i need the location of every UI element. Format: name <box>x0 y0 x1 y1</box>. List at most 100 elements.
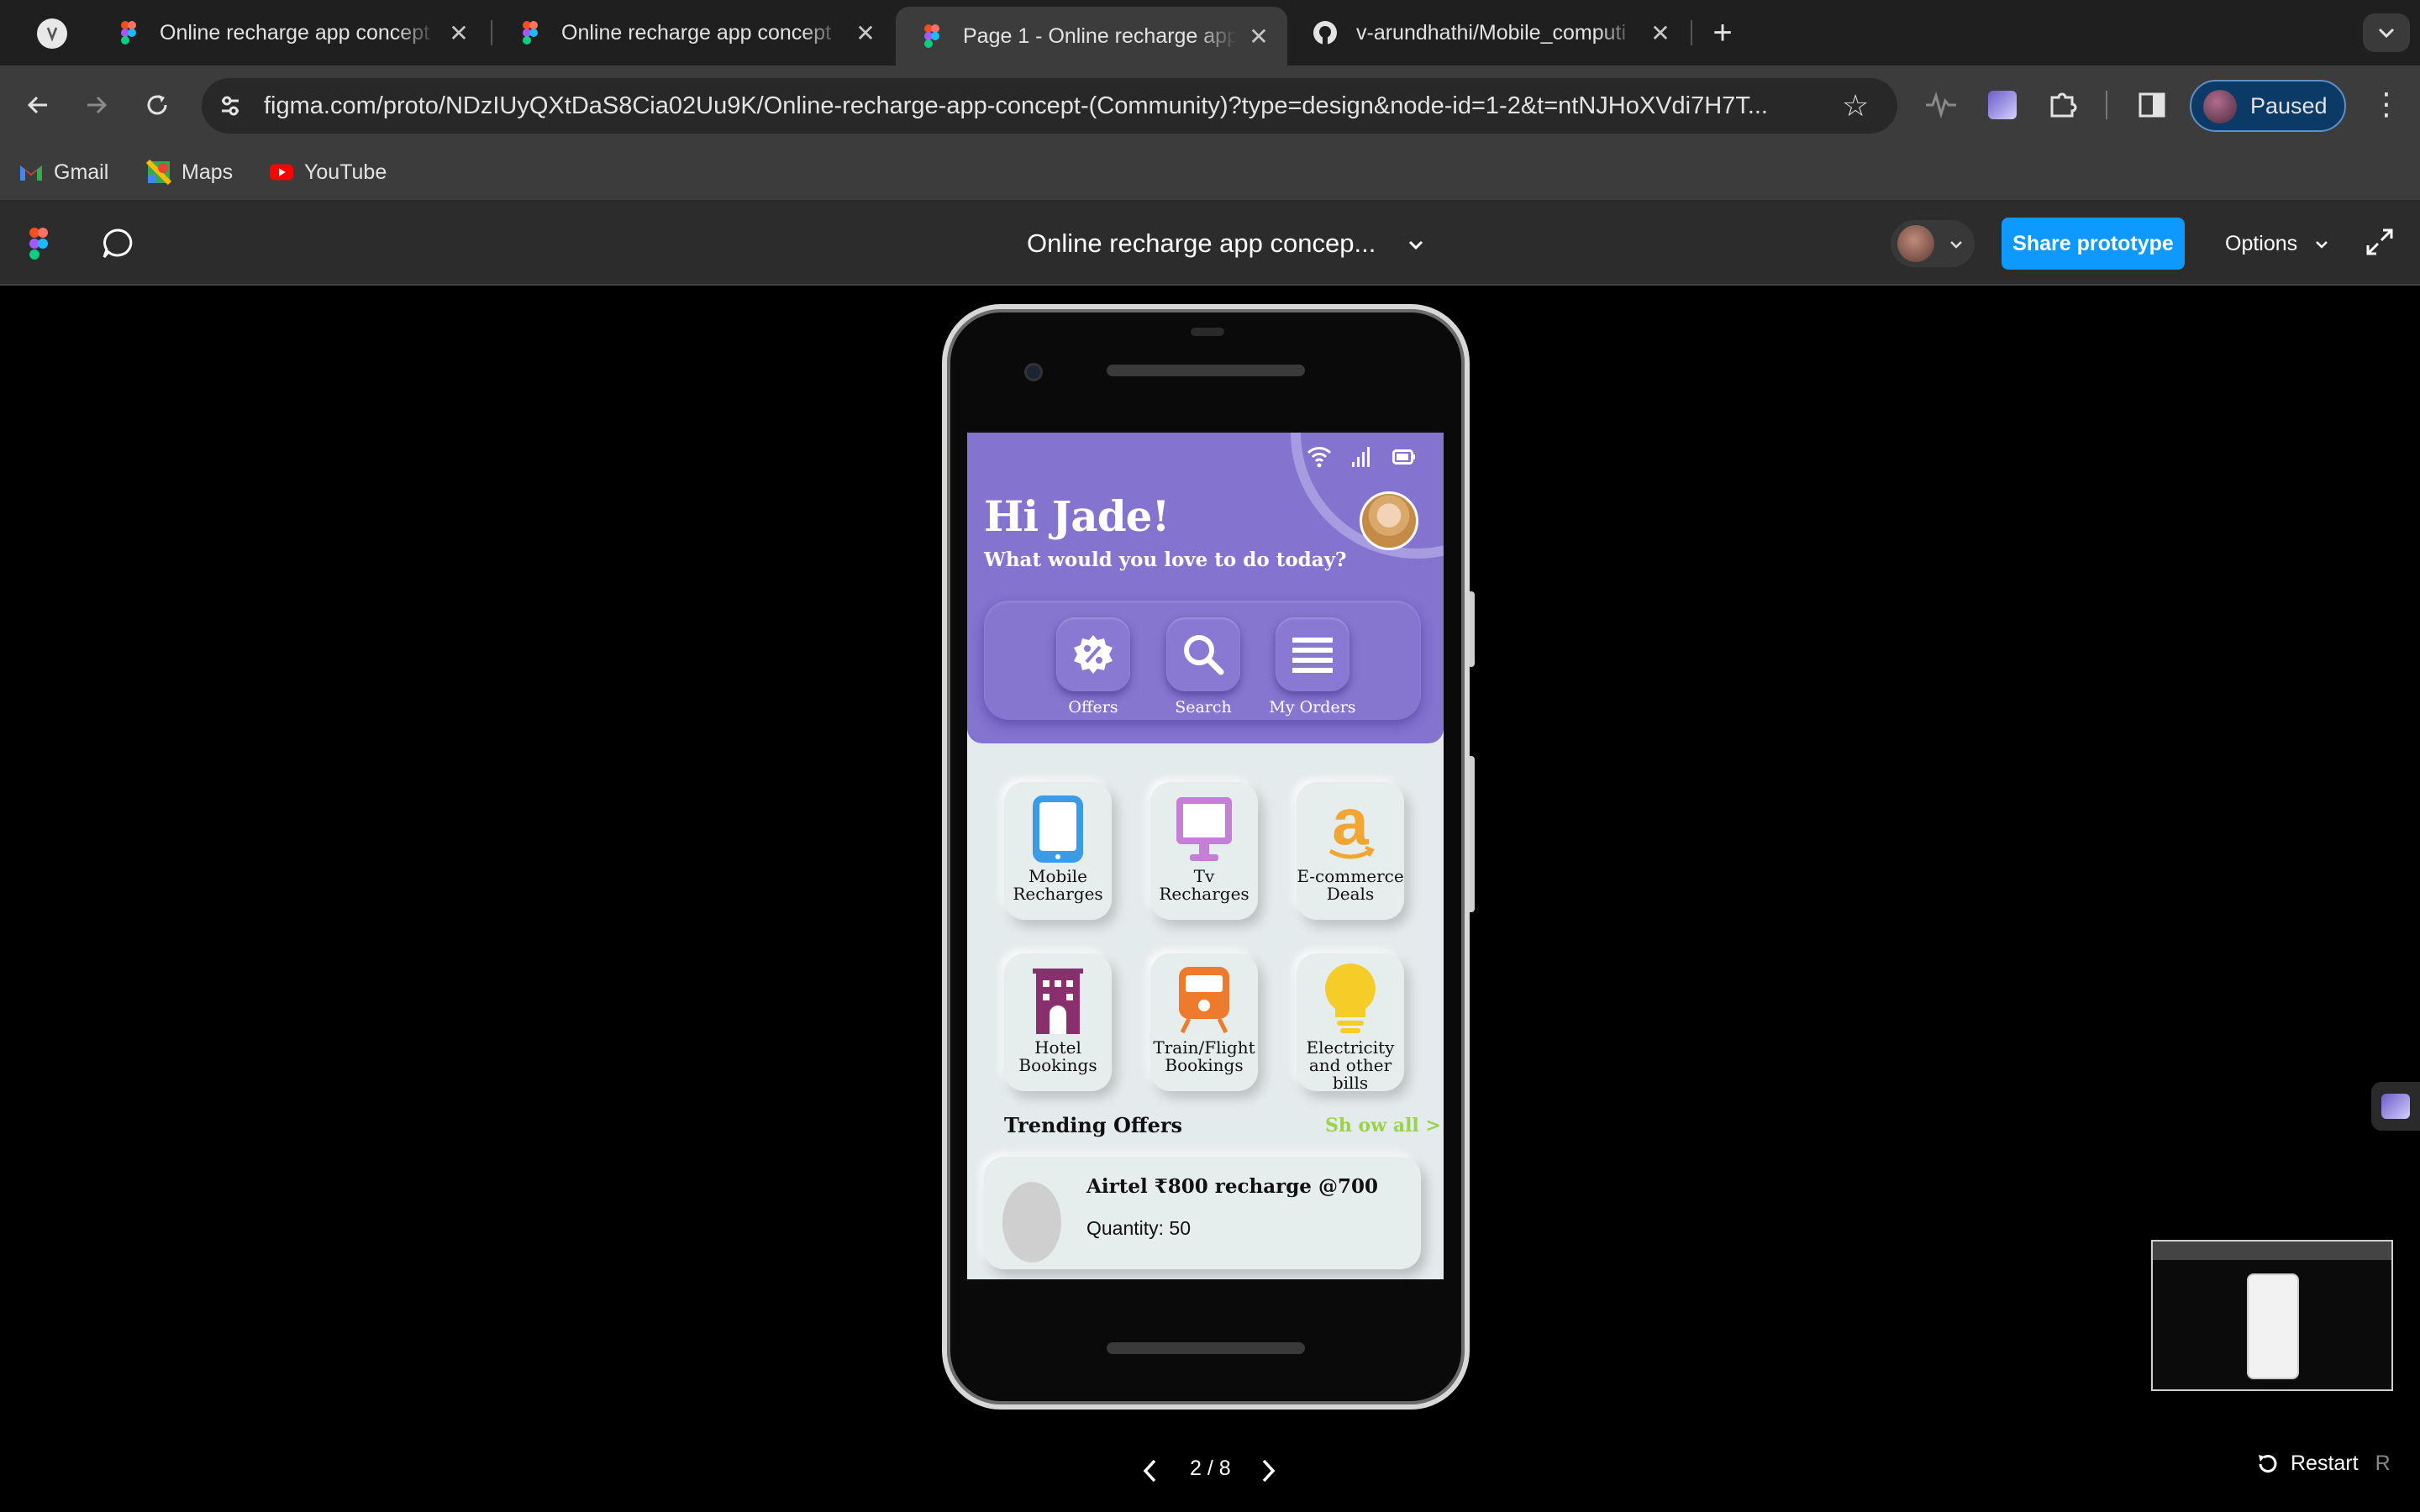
bookmark-label: Gmail <box>54 160 109 184</box>
restart-button[interactable]: Restart R <box>2255 1452 2391 1476</box>
battery-icon <box>1392 449 1416 469</box>
tab-list-chevron-icon[interactable] <box>2363 13 2410 52</box>
phone-bottom-speaker <box>1107 1342 1305 1354</box>
service-train-flight-bookings[interactable]: Train/Flight Bookings <box>1150 953 1258 1091</box>
options-menu-button[interactable]: Options <box>2225 202 2328 286</box>
new-tab-button[interactable]: + <box>1704 15 1741 52</box>
quick-action-label: My Orders <box>1269 698 1356 717</box>
amazon-icon: a <box>1297 782 1404 868</box>
minimap-phone <box>2247 1273 2299 1379</box>
quick-action-label: Offers <box>1068 698 1118 717</box>
browser-tab-strip: Online recharge app concept ✕ Online rec… <box>0 0 2420 66</box>
figma-logo-icon[interactable] <box>27 227 50 265</box>
bookmark-star-icon[interactable]: ☆ <box>1842 91 1869 121</box>
phone-earpiece <box>1107 365 1305 376</box>
minimap-browser-bar <box>2153 1242 2391 1260</box>
side-extension-tab[interactable] <box>2371 1082 2420 1131</box>
viewer-avatar-button[interactable] <box>1891 220 1975 267</box>
figma-icon <box>924 24 939 48</box>
media-wave-icon[interactable] <box>1924 91 1958 123</box>
file-title[interactable]: Online recharge app concep... <box>1027 202 1423 286</box>
offer-quantity: Quantity: 50 <box>1086 1217 1192 1239</box>
phone-side-button <box>1470 756 1475 912</box>
options-label: Options <box>2225 232 2298 255</box>
back-button[interactable] <box>15 82 60 128</box>
phone-side-button <box>1470 591 1475 667</box>
quick-action-my-orders[interactable]: My Orders <box>1266 617 1359 717</box>
trending-offers-heading: Trending Offers <box>1004 1113 1182 1137</box>
bookmark-gmail[interactable]: Gmail <box>18 144 108 200</box>
greeting-title: Hi Jade! <box>984 491 1170 541</box>
fullscreen-icon[interactable] <box>2365 227 2395 261</box>
bulb-icon <box>1297 953 1404 1039</box>
bookmark-label: Maps <box>182 160 234 184</box>
service-mobile-recharges[interactable]: Mobile Recharges <box>1004 782 1112 920</box>
restart-shortcut: R <box>2375 1452 2391 1475</box>
bookmark-maps[interactable]: Maps <box>146 144 233 200</box>
site-info-icon[interactable] <box>215 91 245 121</box>
address-bar[interactable]: figma.com/proto/NDzIUyQXtDaS8Cia02Uu9K/O… <box>202 78 1897 134</box>
tab-title: Online recharge app concept <box>160 20 430 45</box>
profile-button[interactable]: Paused <box>2190 80 2346 132</box>
extension-icon[interactable] <box>1988 91 2017 119</box>
browser-tab[interactable]: Online recharge app concept ✕ <box>92 7 487 59</box>
offer-image <box>1002 1182 1061 1263</box>
close-tab-icon[interactable]: ✕ <box>1242 19 1276 53</box>
bookmarks-bar: Gmail Maps YouTube <box>0 144 2420 202</box>
browser-menu-icon[interactable]: ⋮ <box>2371 87 2402 121</box>
svg-text:a: a <box>1332 794 1369 858</box>
service-electricity-bills[interactable]: Electricity and other bills <box>1297 953 1404 1092</box>
reload-button[interactable] <box>134 82 180 128</box>
bookmark-youtube[interactable]: YouTube <box>269 144 387 200</box>
tv-icon <box>1150 782 1258 868</box>
train-icon <box>1150 953 1258 1039</box>
close-tab-icon[interactable]: ✕ <box>1644 16 1677 50</box>
signal-icon <box>1350 444 1374 473</box>
service-label: Train/Flight Bookings <box>1153 1037 1255 1075</box>
service-tv-recharges[interactable]: Tv Recharges <box>1150 782 1258 920</box>
page-indicator: 2 / 8 <box>1190 1457 1231 1480</box>
side-panel-icon[interactable] <box>2138 91 2166 123</box>
file-title-text: Online recharge app concep... <box>1027 228 1376 258</box>
quick-action-offers[interactable]: Offers <box>1047 617 1139 717</box>
offer-card[interactable]: Airtel ₹800 recharge @700 Quantity: 50 <box>984 1157 1421 1269</box>
front-camera-icon <box>1024 363 1043 381</box>
app-screen: Hi Jade! What would you love to do today… <box>967 433 1444 1279</box>
prototype-minimap[interactable] <box>2151 1240 2393 1391</box>
close-tab-icon[interactable]: ✕ <box>442 16 476 50</box>
browser-tab[interactable]: Online recharge app concept ✕ <box>494 7 894 59</box>
service-label: Mobile Recharges <box>1013 866 1103 904</box>
youtube-icon <box>269 160 294 185</box>
show-all-link[interactable]: Sh ow all > <box>1325 1115 1441 1137</box>
figma-prototype-bar: Online recharge app concep... Share prot… <box>0 202 2420 286</box>
restart-icon <box>2259 1454 2277 1473</box>
service-ecommerce-deals[interactable]: a E-commerce Deals <box>1297 782 1404 920</box>
quick-action-search[interactable]: Search <box>1157 617 1249 717</box>
browser-tab[interactable]: v-arundhathi/Mobile_computi ✕ <box>1289 7 1689 59</box>
close-tab-icon[interactable]: ✕ <box>849 16 882 50</box>
avatar <box>1897 225 1934 262</box>
tab-title: Page 1 - Online recharge app <box>963 24 1237 48</box>
quick-actions-panel: Offers Search My Orders <box>984 601 1421 720</box>
user-avatar[interactable] <box>1360 491 1418 550</box>
next-frame-chevron-icon[interactable] <box>1260 1458 1277 1489</box>
extensions-puzzle-icon[interactable] <box>2047 89 2079 125</box>
extension-icon <box>2381 1094 2410 1119</box>
browser-toolbar: figma.com/proto/NDzIUyQXtDaS8Cia02Uu9K/O… <box>0 66 2420 144</box>
bookmark-label: YouTube <box>304 160 387 184</box>
figma-icon <box>121 21 136 45</box>
tab-divider <box>1691 20 1692 45</box>
previous-frame-chevron-icon[interactable] <box>1141 1458 1158 1489</box>
share-prototype-button[interactable]: Share prototype <box>2002 218 2185 270</box>
search-icon <box>1166 617 1240 691</box>
forward-button[interactable] <box>74 82 119 128</box>
app-header: Hi Jade! What would you love to do today… <box>967 433 1444 743</box>
offer-badge-icon <box>1056 617 1130 691</box>
comment-icon[interactable] <box>101 227 136 265</box>
quick-action-label: Search <box>1175 698 1232 717</box>
gmail-icon <box>18 160 44 185</box>
service-hotel-bookings[interactable]: Hotel Bookings <box>1004 953 1112 1091</box>
tab-search-icon[interactable] <box>37 18 67 49</box>
browser-tab-active[interactable]: Page 1 - Online recharge app ✕ <box>896 7 1287 66</box>
greeting-subtitle: What would you love to do today? <box>984 549 1347 571</box>
